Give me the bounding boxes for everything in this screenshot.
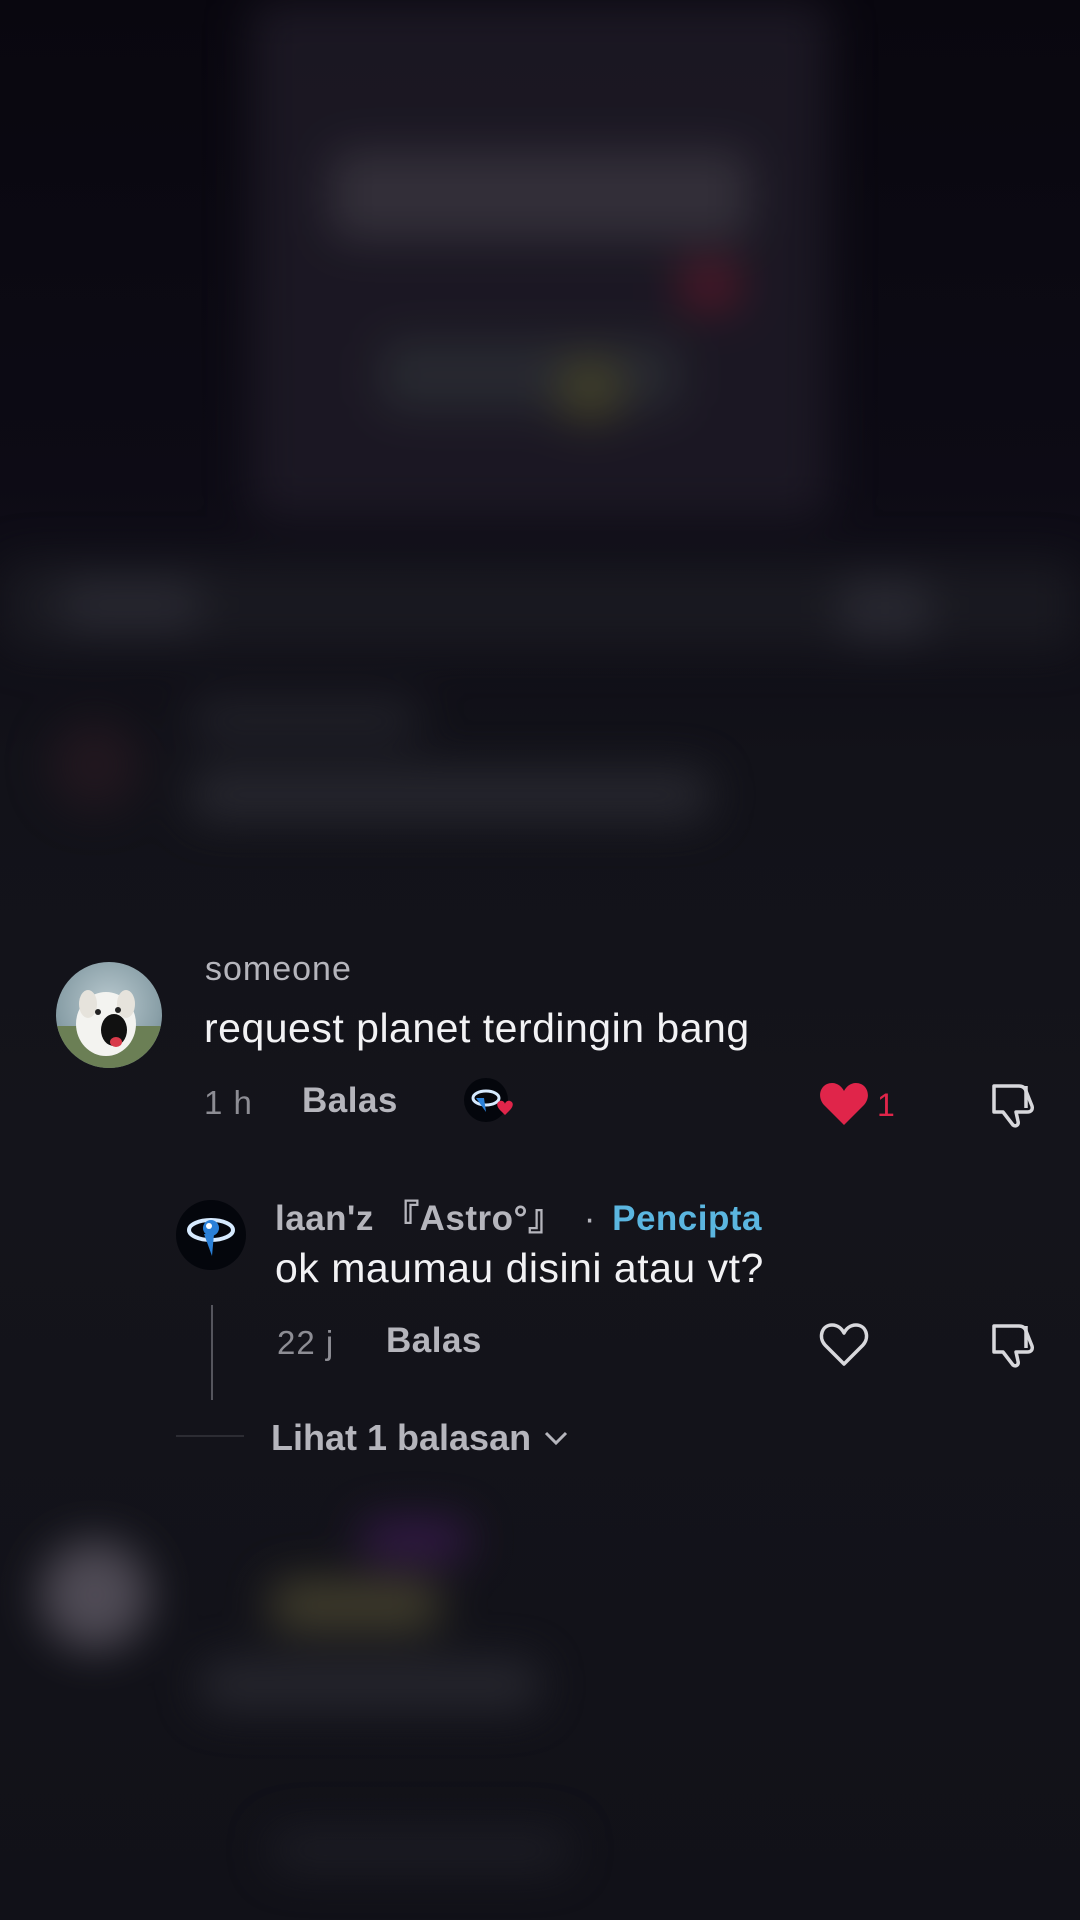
heart-outline-icon	[819, 1323, 869, 1366]
like-button[interactable]	[818, 1080, 870, 1128]
creator-liked-badge-icon	[462, 1076, 524, 1126]
blurred-background	[0, 0, 1080, 1920]
separator-dot: ·	[583, 1199, 596, 1238]
reply-text: ok maumau disini atau vt?	[275, 1245, 764, 1291]
reply-username[interactable]: laan'z 『Astro°』	[275, 1199, 563, 1238]
thumbs-down-icon	[992, 1084, 1034, 1128]
reply-button[interactable]: Balas	[302, 1081, 398, 1121]
comment-timestamp: 1 h	[204, 1084, 253, 1121]
like-count: 1	[877, 1087, 895, 1123]
view-replies-label: Lihat 1 balasan	[271, 1417, 532, 1458]
comment-username[interactable]: someone	[205, 950, 352, 989]
avatar-dog-image	[56, 990, 162, 1068]
reply-avatar[interactable]	[176, 1200, 246, 1270]
comment-text: request planet terdingin bang	[204, 1005, 750, 1051]
reply-like-button[interactable]	[818, 1320, 870, 1368]
view-replies-button[interactable]: Lihat 1 balasan	[271, 1417, 569, 1459]
reply-reply-button[interactable]: Balas	[386, 1321, 482, 1361]
chevron-down-icon	[545, 1431, 568, 1446]
reply-timestamp: 22 j	[277, 1324, 335, 1361]
creator-badge: Pencipta	[612, 1199, 762, 1238]
reply-username-line: laan'z 『Astro°』 · Pencipta	[275, 1190, 762, 1241]
thread-divider	[176, 1435, 244, 1437]
thread-line	[211, 1305, 213, 1400]
astro-avatar-icon	[187, 1218, 235, 1256]
dislike-button[interactable]	[989, 1078, 1041, 1130]
heart-icon	[820, 1083, 868, 1125]
reply-dislike-button[interactable]	[989, 1318, 1041, 1370]
thumbs-down-icon	[992, 1324, 1034, 1368]
avatar[interactable]	[56, 962, 162, 1068]
comments-screen: someone request planet terdingin bang 1 …	[0, 0, 1080, 1920]
